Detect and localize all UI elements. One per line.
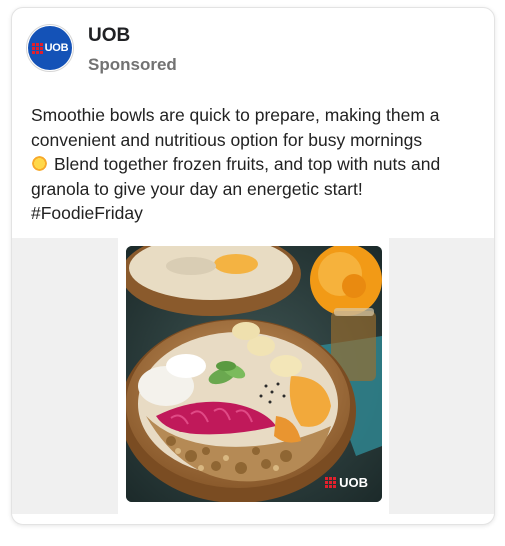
post-text-part-2: Blend together frozen fruits, and top wi…: [31, 154, 441, 199]
post-text-part-1: Smoothie bowls are quick to prepare, mak…: [31, 105, 440, 150]
uob-logo-text: UOB: [44, 42, 69, 54]
sun-emoji-icon: [31, 155, 48, 172]
uob-watermark: UOB: [325, 475, 368, 490]
uob-logo-mark-icon: [31, 42, 43, 54]
sponsored-post-card: UOB UOB Sponsored Smoothie bowls are qui…: [11, 7, 495, 525]
brand-avatar[interactable]: UOB: [26, 24, 74, 72]
hashtag-link[interactable]: #FoodieFriday: [31, 203, 143, 223]
post-media-area: UOB: [12, 238, 494, 514]
uob-watermark-text: UOB: [339, 475, 368, 490]
post-text: Smoothie bowls are quick to prepare, mak…: [31, 103, 486, 226]
post-media-frame: UOB: [118, 238, 389, 514]
smoothie-bowl-illustration: [126, 246, 382, 502]
uob-logo: UOB: [28, 26, 72, 70]
sponsored-label: Sponsored: [88, 55, 177, 74]
uob-watermark-mark-icon: [325, 477, 337, 488]
brand-name[interactable]: UOB: [88, 25, 130, 47]
smoothie-bowl-image[interactable]: UOB: [126, 246, 382, 502]
